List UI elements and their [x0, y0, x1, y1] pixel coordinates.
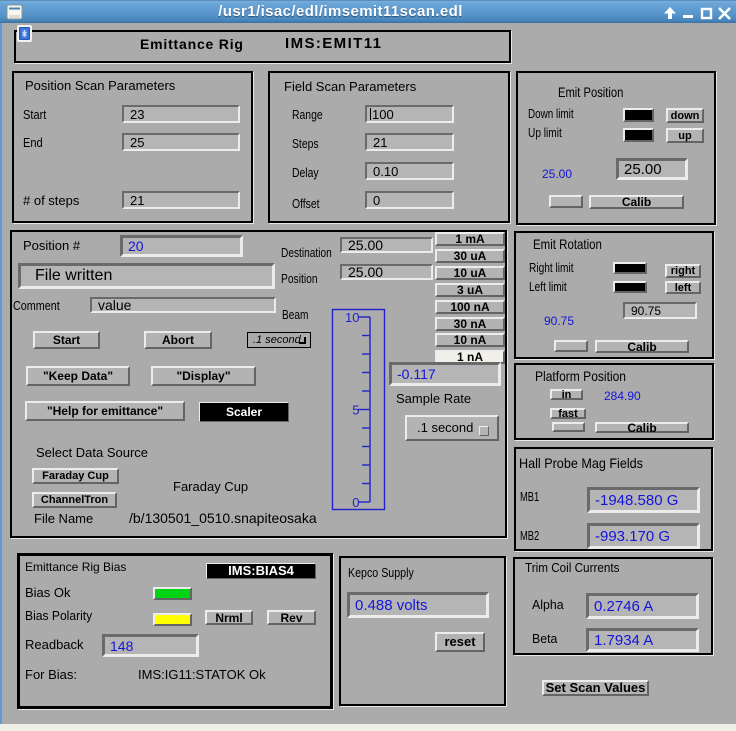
svg-text:0: 0: [352, 495, 359, 510]
svg-text:5: 5: [352, 403, 359, 418]
svg-text:10: 10: [345, 310, 359, 325]
